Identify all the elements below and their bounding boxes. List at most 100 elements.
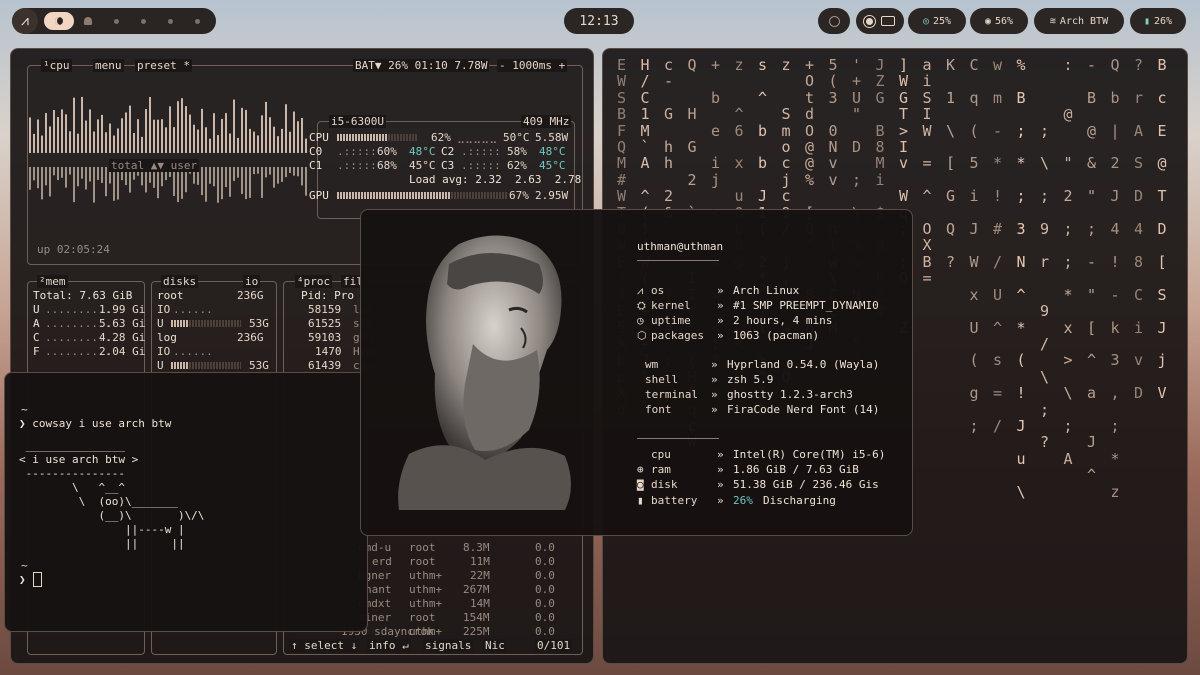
ff-row-key: terminal [645, 388, 698, 401]
ff-row-value: Intel(R) Core(TM) i5-6) [733, 448, 886, 461]
ff-row-key: shell [645, 373, 679, 386]
mem-row-key: U [33, 303, 40, 316]
mem-tab[interactable]: ²mem [37, 275, 68, 288]
cpu-graph-bar [281, 128, 283, 153]
arch-logo-button[interactable]: ⩘ [12, 8, 38, 34]
cpu-graph-bar [81, 96, 83, 153]
core1-temp: 45°C [409, 159, 436, 172]
ff-row-arrow: » [717, 448, 724, 461]
user-graph-bar [45, 167, 47, 186]
ff-row-key: ram [651, 463, 671, 476]
ff-row-key: kernel [651, 299, 691, 312]
workspace-2-ghost-icon[interactable] [84, 17, 92, 25]
proc-mem: 154M [463, 611, 490, 624]
ff-row-arrow: » [717, 299, 724, 312]
select-button[interactable]: ↑ select ↓ [289, 639, 360, 652]
cpu-graph-bar [69, 131, 71, 153]
disk-used-label: U [157, 317, 164, 330]
proc-pid: 59103 [308, 331, 342, 344]
core2-label: C2 [441, 145, 455, 158]
disks-tab[interactable]: disks [161, 275, 199, 288]
keyboard-icon[interactable] [880, 16, 895, 26]
workspace-3[interactable] [114, 18, 119, 24]
disk-bar-fill [171, 320, 189, 327]
proc-mem: 11M [470, 555, 490, 568]
workspace-5[interactable] [168, 18, 173, 24]
proc-tab[interactable]: ⁴proc [295, 275, 333, 288]
matrix-column: ? r A S D 4 8 C i v D [1134, 56, 1144, 403]
menu-button[interactable]: menu [93, 59, 124, 72]
cpu-watt: 5.58W [535, 131, 569, 144]
matrix-column: ; \ ; 9 r 9 / \ ; ? [1040, 121, 1050, 452]
cpu-graph-bar [205, 127, 207, 153]
proc-cpu: 0.0 [535, 625, 555, 638]
cpu-graph-bar [169, 106, 171, 153]
cpu-tab[interactable]: ¹cpu [41, 59, 72, 72]
ff-row-arrow: » [711, 388, 718, 401]
ff-row-icon: ⛭ [637, 299, 646, 312]
battery-pct: 26% [733, 494, 753, 507]
clock[interactable]: 12:13 [564, 8, 634, 34]
cpu-graph-bar [185, 106, 187, 153]
core0-spark: .::::: [337, 145, 377, 158]
matrix-column: : @ " 2 ; ; * x > \ ; A [1063, 56, 1073, 468]
ff-row-value: 1.86 GiB / 7.63 GiB [733, 463, 859, 476]
workspace-4[interactable] [141, 18, 146, 24]
user-graph-bar [77, 167, 79, 187]
workspace-1-active[interactable] [44, 12, 74, 30]
wifi-indicator[interactable]: ≋ Arch BTW [1034, 8, 1124, 34]
proc-mem: 267M [463, 583, 490, 596]
cpu-graph-bar [241, 107, 243, 153]
signals-button[interactable]: signals [423, 639, 474, 652]
cpu-graph-bar [53, 110, 55, 153]
ff-row-key: disk [651, 478, 678, 491]
cpu-graph-bar [45, 113, 47, 153]
ff-row-icon: ◙ [637, 478, 644, 491]
user-host: uthman@uthman [637, 240, 724, 253]
user-graph-bar [221, 167, 223, 200]
info-button[interactable]: info ↵ [367, 639, 411, 652]
ff-row-key: uptime [651, 314, 691, 327]
user-graph-bar [73, 167, 75, 203]
cowsay-line: (__)\ )\/\ [19, 509, 205, 522]
radio-icon[interactable] [865, 17, 873, 25]
preset-button[interactable]: preset * [135, 59, 192, 72]
battery-arrow: » [717, 494, 724, 507]
record-button[interactable] [818, 8, 850, 34]
cpu-graph-bar [109, 123, 111, 153]
workspace-6[interactable] [195, 18, 200, 24]
cpu-graph-bar [77, 133, 79, 153]
cowsay-terminal-window[interactable]: ~ ❯ cowsay i use arch btw ______________… [4, 372, 368, 632]
total-user-label: total ▲▼ user [109, 159, 200, 172]
gpu-watt: 2.95W [535, 189, 569, 202]
interval-control[interactable]: - 1000ms + [497, 59, 568, 72]
cowsay-line: < i use arch btw > [19, 453, 139, 466]
prompt-tilde-2: ~ [21, 559, 28, 572]
nice-button[interactable]: Nic [483, 639, 507, 652]
proc-name: erd [372, 555, 392, 568]
brightness-indicator[interactable]: ◎ 25% [908, 8, 966, 34]
user-graph-bar [89, 167, 91, 182]
ff-row-value: Arch Linux [733, 284, 800, 297]
proc-user: uthm+ [409, 597, 443, 610]
wifi-icon: ≋ [1049, 15, 1056, 27]
cursor[interactable] [33, 572, 42, 587]
cpu-graph-bar [125, 112, 127, 153]
user-graph-bar [65, 167, 67, 188]
io-tab[interactable]: io [243, 275, 261, 288]
user-graph-bar [57, 167, 59, 181]
cpu-graph-bar [201, 108, 203, 153]
volume-indicator[interactable]: ◉ 56% [970, 8, 1028, 34]
user-graph-bar [249, 167, 251, 198]
fastfetch-window[interactable]: uthman@uthman ⩘ os » Arch Linux ⛭ kernel » #1 S… [360, 209, 913, 536]
proc-header: Pid: Pro [301, 289, 354, 302]
proc-user: uthm+ [409, 625, 443, 638]
volume-value: 56% [994, 15, 1014, 27]
battery-indicator[interactable]: ▮ 26% [1130, 8, 1186, 34]
cpu-graph-bar [273, 126, 275, 153]
disk-name: root [157, 289, 184, 302]
cpu-graph-bar [145, 109, 147, 153]
cpu-graph-bar [301, 117, 303, 153]
user-graph-bar [97, 167, 99, 180]
ff-row-arrow: » [711, 373, 718, 386]
